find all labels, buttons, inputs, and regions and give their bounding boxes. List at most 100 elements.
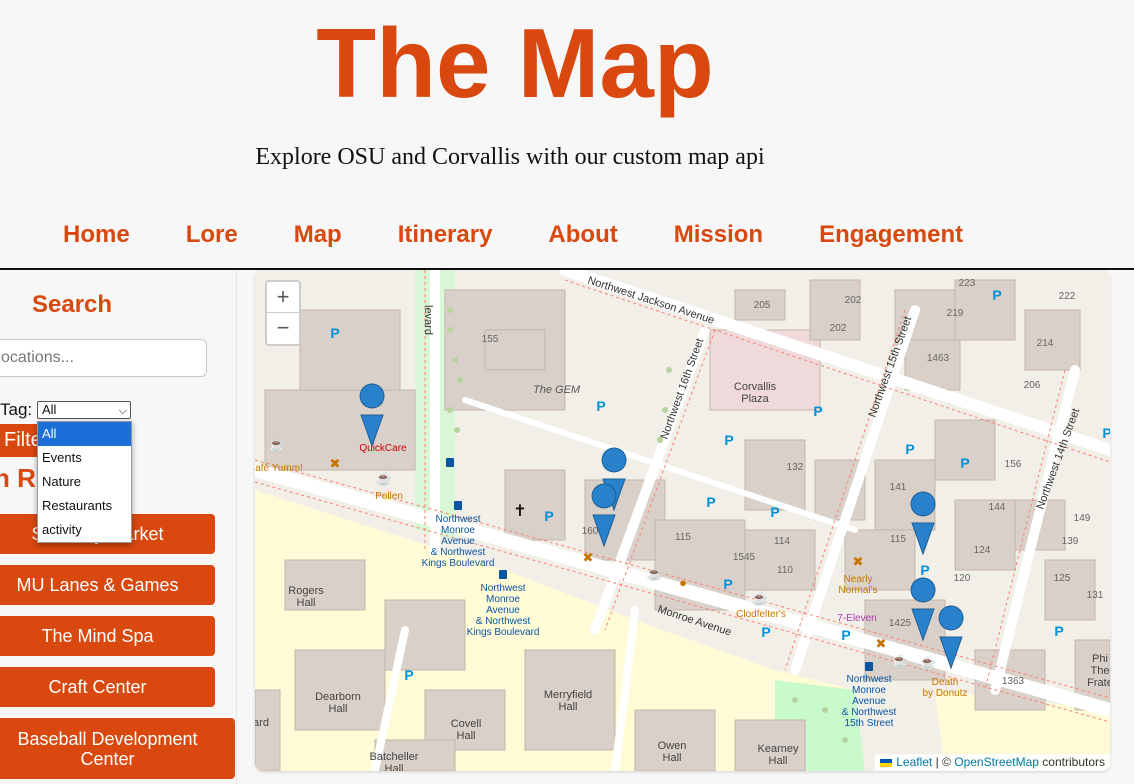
map-label-stop1-2: Monroe <box>441 525 475 536</box>
parking-icon: P <box>905 441 914 457</box>
map-label-phi-1: Phi <box>1092 653 1108 665</box>
parking-icon: P <box>770 504 779 520</box>
ukraine-flag-icon <box>880 758 893 767</box>
map-label-boulevard: levard <box>422 305 434 335</box>
nav-itinerary[interactable]: Itinerary <box>370 220 521 254</box>
house-number: 115 <box>890 534 906 545</box>
parking-icon: P <box>596 398 605 414</box>
map-label-seven-eleven: 7-Eleven <box>837 613 876 624</box>
map-label-dearborn-1: Dearborn <box>315 691 361 703</box>
nav-mission[interactable]: Mission <box>646 220 791 254</box>
house-number: 110 <box>777 565 793 576</box>
map-label-stop1-3: Avenue <box>441 536 475 547</box>
fork-knife-icon: ✖ <box>583 550 594 565</box>
bus-stop-icon <box>499 570 507 579</box>
fork-knife-icon: ✖ <box>330 456 341 471</box>
parking-icon: P <box>723 576 732 592</box>
house-number: 1463 <box>927 353 950 364</box>
map-label-stop3-3: Avenue <box>852 696 886 707</box>
cafe-icon: ☕ <box>920 654 936 670</box>
map-label-stop3-2: Monroe <box>852 685 886 696</box>
tag-option-restaurants[interactable]: Restaurants <box>38 494 131 518</box>
zoom-out-button[interactable]: − <box>267 313 299 343</box>
map-view[interactable]: Northwest Jackson Avenue Northwest 16th … <box>255 270 1110 771</box>
tag-option-all[interactable]: All <box>38 422 131 446</box>
tag-select[interactable]: All ⌵ <box>37 401 131 419</box>
rec-baseball-center[interactable]: Baseball Development Center <box>0 718 235 779</box>
food-icon: ● <box>679 575 687 590</box>
house-number: 1545 <box>733 552 756 563</box>
search-title: Search <box>32 291 113 318</box>
map-label-death-2: by Donutz <box>922 688 967 699</box>
parking-icon: P <box>841 627 850 643</box>
attribution-contributors: contributors <box>1042 755 1105 769</box>
nav-engagement[interactable]: Engagement <box>791 220 991 254</box>
map-label-corvallis-1: Corvallis <box>734 381 777 393</box>
map-attribution: Leaflet | © OpenStreetMap contributors <box>875 754 1110 771</box>
nav-about[interactable]: About <box>520 220 645 254</box>
house-number: 223 <box>959 278 976 289</box>
house-number: 206 <box>1024 380 1041 391</box>
map-label-stop2-2: Monroe <box>486 594 520 605</box>
chevron-down-icon: ⌵ <box>118 405 127 417</box>
map-label-quickcare: QuickCare <box>359 443 407 454</box>
house-number: 155 <box>482 334 499 345</box>
tag-option-nature[interactable]: Nature <box>38 470 131 494</box>
map-label-pollen: Pollen <box>375 491 403 502</box>
house-number: 144 <box>989 502 1006 513</box>
map-label-merryfield-2: Hall <box>559 701 578 713</box>
rec-mu-lanes[interactable]: MU Lanes & Games <box>0 565 215 605</box>
tag-option-activity[interactable]: activity <box>38 518 131 542</box>
attribution-separator: | © <box>935 755 951 769</box>
map-label-phi-3: Frate <box>1087 677 1110 689</box>
rec-craft-center[interactable]: Craft Center <box>0 667 215 707</box>
house-number: 125 <box>1054 573 1071 584</box>
map-label-clodfelters: Clodfelter's <box>736 609 786 620</box>
fork-knife-icon: ✖ <box>876 636 887 651</box>
house-number: 202 <box>845 295 862 306</box>
house-number: 149 <box>1074 513 1091 524</box>
nav-lore[interactable]: Lore <box>158 220 266 254</box>
house-number: 205 <box>754 300 771 311</box>
house-number: 120 <box>954 573 971 584</box>
house-number: 202 <box>830 323 847 334</box>
map-label-batcheller-1: Batcheller <box>370 751 419 763</box>
leaflet-link[interactable]: Leaflet <box>896 755 932 769</box>
map-label-the-gem: The GEM <box>533 384 581 396</box>
map-label-nearly-1: Nearly <box>844 574 873 585</box>
bus-stop-icon <box>446 458 454 467</box>
map-label-stop1-1: Northwest <box>435 514 480 525</box>
house-number: 156 <box>1005 459 1022 470</box>
nav-home[interactable]: Home <box>35 220 158 254</box>
tag-select-value: All <box>42 402 57 417</box>
house-number: 124 <box>974 545 991 556</box>
parking-icon: P <box>813 403 822 419</box>
house-number: 131 <box>1087 590 1104 601</box>
rec-mind-spa[interactable]: The Mind Spa <box>0 616 215 656</box>
house-number: 222 <box>1059 291 1076 302</box>
search-input[interactable] <box>0 339 207 377</box>
map-label-covell-1: Covell <box>451 718 482 730</box>
map-label-rogers-2: Hall <box>297 597 316 609</box>
parking-icon: P <box>761 624 770 640</box>
bus-stop-icon <box>454 501 462 510</box>
house-number: 160 <box>582 526 599 537</box>
house-number: 141 <box>890 482 907 493</box>
map-label-covell-2: Hall <box>457 730 476 742</box>
zoom-in-button[interactable]: + <box>267 282 299 313</box>
tag-option-events[interactable]: Events <box>38 446 131 470</box>
map-label-stop3-4: & Northwest <box>842 707 897 718</box>
map-label-rogers-1: Rogers <box>288 585 324 597</box>
page-title: The Map <box>316 8 714 118</box>
osm-link[interactable]: OpenStreetMap <box>954 755 1039 769</box>
map-label-death-1: Death <box>932 677 959 688</box>
food-icon: ☕ <box>269 436 285 452</box>
map-label-stop3-5: 15th Street <box>845 718 894 729</box>
map-label-stop1-5: Kings Boulevard <box>422 558 495 569</box>
cafe-icon: ☕ <box>892 652 908 668</box>
map-label-stop1-4: & Northwest <box>431 547 486 558</box>
map-label-corvallis-2: Plaza <box>741 393 769 405</box>
house-number: 1425 <box>889 618 912 629</box>
nav-map[interactable]: Map <box>266 220 370 254</box>
parking-icon: P <box>1102 425 1110 441</box>
